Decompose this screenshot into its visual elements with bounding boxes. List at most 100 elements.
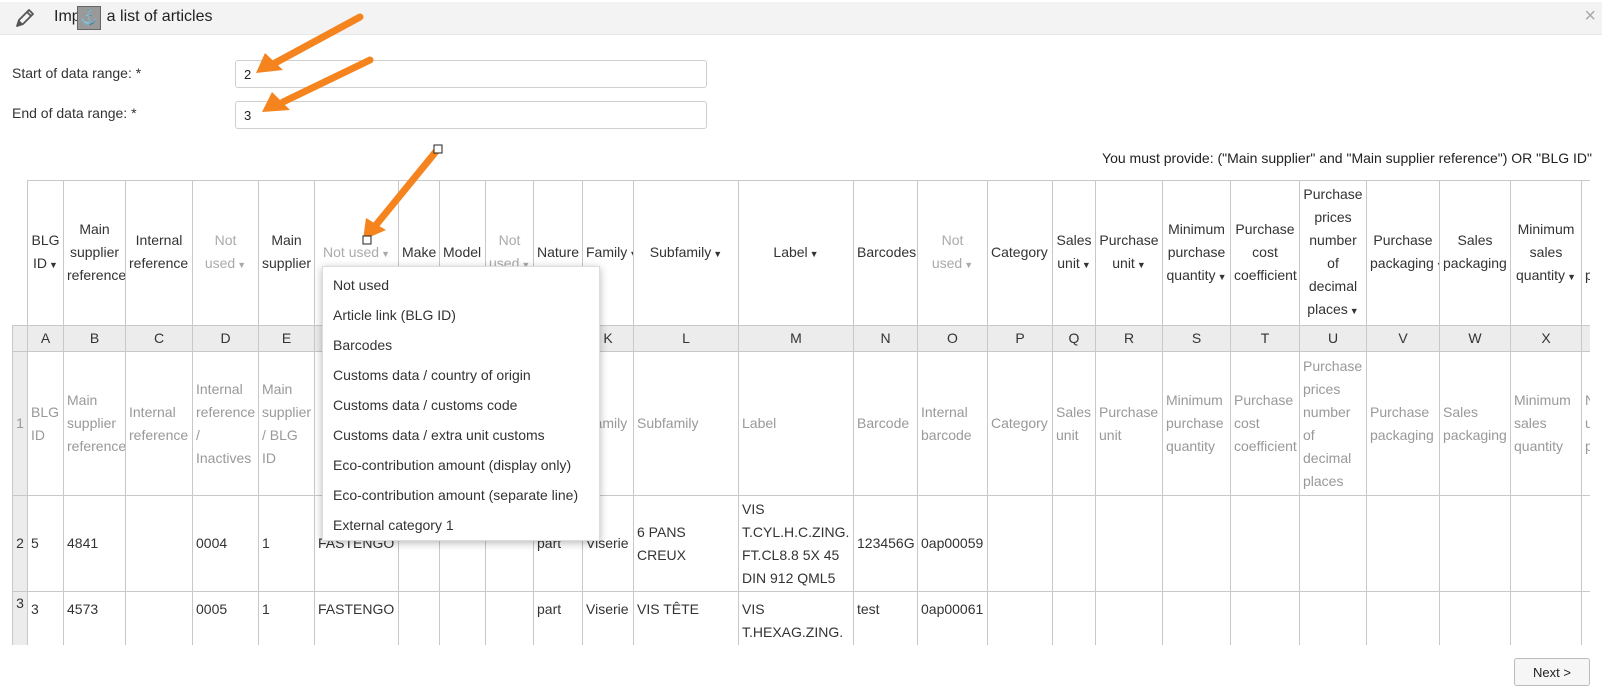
column-letter: N (853, 325, 918, 352)
dropdown-option[interactable]: Eco-contribution amount (display only) (323, 450, 599, 480)
table-cell (1510, 495, 1582, 592)
table-cell: 0ap00059 (917, 495, 988, 592)
column-letter: P (987, 325, 1053, 352)
table-cell (1230, 591, 1300, 645)
table-cell (1581, 591, 1590, 645)
anchor-icon: ⚓ (77, 6, 101, 30)
table-cell: Category (987, 351, 1053, 496)
caret-down-icon: ▼ (1136, 260, 1146, 270)
column-mapping-select-t[interactable]: Purchase cost coefficient▼ (1230, 180, 1300, 326)
next-button[interactable]: Next > (1514, 658, 1590, 686)
column-letter: L (633, 325, 739, 352)
table-cell: 123456G (853, 495, 918, 592)
table-cell (1052, 591, 1096, 645)
column-mapping-select-m[interactable]: Label ▼ (738, 180, 854, 326)
column-mapping-label: Not used (204, 232, 237, 271)
column-mapping-select-l[interactable]: Subfamily ▼ (633, 180, 739, 326)
column-mapping-label: Main supplier (262, 232, 312, 271)
table-cell: 4841 (63, 495, 126, 592)
table-cell (1095, 495, 1163, 592)
table-cell: VIS T.CYL.H.C.ZING. FT.CL8.8 5X 45 DIN 9… (738, 495, 854, 592)
spreadsheet-grid: BLG ID▼Main supplier reference▼Internal … (12, 180, 1590, 645)
table-row: 2 5 4841 0004 1 FASTENGO part Viserie 6 PANS CRE… (12, 495, 1590, 592)
table-cell: Internal reference (125, 351, 193, 496)
column-mapping-select-r[interactable]: Purchase unit ▼ (1095, 180, 1163, 326)
column-mapping-label: Barcodes (857, 243, 917, 260)
end-range-input[interactable] (235, 101, 707, 129)
dropdown-option[interactable]: Barcodes (323, 330, 599, 360)
column-letter: B (63, 325, 126, 352)
table-cell: 0004 (192, 495, 259, 592)
column-mapping-select-s[interactable]: Minimum purchase quantity ▼ (1162, 180, 1231, 326)
table-cell (1581, 495, 1590, 592)
caret-down-icon: ▼ (1436, 260, 1439, 270)
column-mapping-select-x[interactable]: Minimum sales quantity ▼ (1510, 180, 1582, 326)
row-number: 2 (12, 495, 28, 592)
row-number: 1 (12, 351, 28, 496)
column-mapping-select-b[interactable]: Main supplier reference▼ (63, 180, 126, 326)
table-cell (1366, 591, 1440, 645)
table-cell: Purchase packaging (1366, 351, 1440, 496)
column-mapping-select-n[interactable]: Barcodes▼ (853, 180, 918, 326)
row-number: 3 (12, 591, 28, 645)
close-icon[interactable]: × (1584, 5, 1596, 28)
column-mapping-select-o[interactable]: Not used ▼ (917, 180, 988, 326)
column-mapping-select-d[interactable]: Not used ▼ (192, 180, 259, 326)
column-mapping-select-p[interactable]: Category▼ (987, 180, 1053, 326)
column-mapping-label: Model (443, 243, 482, 260)
table-cell: VIS TÊTE (633, 591, 739, 645)
table-cell (1299, 495, 1367, 592)
dropdown-option[interactable]: External category 1 (323, 510, 599, 540)
column-letter: D (192, 325, 259, 352)
column-type-dropdown[interactable]: Not used Article link (BLG ID) Barcodes Cus… (322, 266, 600, 541)
caret-down-icon: ▼ (1567, 271, 1576, 282)
required-fields-notice: You must provide: ("Main supplier" and "… (1102, 150, 1592, 166)
table-cell: part (533, 591, 583, 645)
column-mapping-label: Category (991, 243, 1048, 260)
dropdown-option[interactable]: Eco-contribution amount (separate line) (323, 480, 599, 510)
table-cell: 1 (258, 495, 315, 592)
dropdown-option[interactable]: Not used (323, 270, 599, 300)
column-mapping-select-a[interactable]: BLG ID ▼ (27, 180, 64, 326)
table-cell: Purchase unit (1095, 351, 1163, 496)
column-letter: X (1510, 325, 1582, 352)
table-cell: Purchase cost coefficient (1230, 351, 1300, 496)
column-mapping-select-v[interactable]: Purchase packaging▼ (1366, 180, 1440, 326)
column-mapping-select-y[interactable]: Number of units purchased▼ (1581, 180, 1590, 326)
column-mapping-select-u[interactable]: Purchase prices number of decimal places… (1299, 180, 1367, 326)
table-cell: Sales packaging (1439, 351, 1511, 496)
start-range-input[interactable] (235, 60, 707, 88)
column-mapping-select-w[interactable]: Sales packaging ▼ (1439, 180, 1511, 326)
column-mapping-label: Purchase cost coefficient (1234, 220, 1297, 283)
column-mapping-label: Nature (537, 243, 580, 260)
table-cell: 5 (27, 495, 64, 592)
column-letter: U (1299, 325, 1367, 352)
column-mapping-select-c[interactable]: Internal reference▼ (125, 180, 193, 326)
table-cell (987, 591, 1053, 645)
caret-down-icon: ▼ (629, 249, 632, 259)
column-mapping-label: Not used (931, 232, 964, 271)
column-mapping-select-q[interactable]: Sales unit ▼ (1052, 180, 1096, 326)
column-letter: T (1230, 325, 1300, 352)
start-range-label: Start of data range: * (12, 65, 142, 81)
column-letter: R (1095, 325, 1163, 352)
table-cell: FASTENGO (314, 591, 399, 645)
column-letter: W (1439, 325, 1511, 352)
mapping-table: BLG ID▼Main supplier reference▼Internal … (12, 180, 1590, 645)
dropdown-option[interactable]: Customs data / country of origin (323, 360, 599, 390)
dropdown-option[interactable]: Customs data / customs code (323, 390, 599, 420)
dropdown-option[interactable]: Customs data / extra unit customs (323, 420, 599, 450)
column-mapping-label: Not used (323, 243, 380, 260)
column-letter: A (27, 325, 64, 352)
table-cell (125, 495, 193, 592)
column-mapping-select-e[interactable]: Main supplier▼ (258, 180, 315, 326)
column-mapping-row: BLG ID▼Main supplier reference▼Internal … (12, 180, 1590, 326)
table-cell (987, 495, 1053, 592)
column-mapping-label: Purchase unit (1099, 232, 1159, 271)
table-cell: Sales unit (1052, 351, 1096, 496)
table-cell: Minimum purchase quantity (1162, 351, 1231, 496)
table-row: 1 BLG ID Main supplier reference Internal r… (12, 351, 1590, 496)
caret-down-icon: ▼ (1081, 260, 1091, 270)
dropdown-option[interactable]: Article link (BLG ID) (323, 300, 599, 330)
column-letter: V (1366, 325, 1440, 352)
